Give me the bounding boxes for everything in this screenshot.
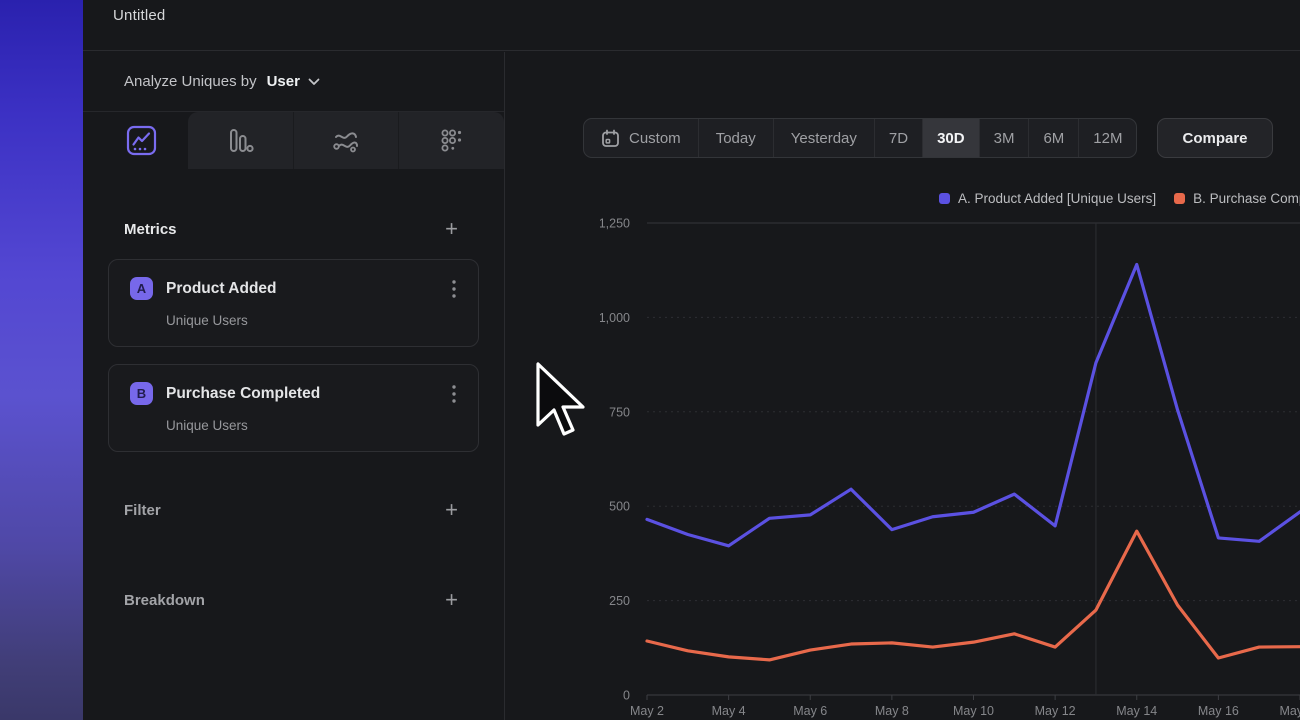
metrics-title: Metrics — [124, 221, 177, 238]
metric-badge-a: A — [130, 277, 153, 300]
metric-name: Purchase Completed — [166, 385, 450, 403]
breakdown-header: Breakdown + — [124, 588, 458, 612]
filter-title: Filter — [124, 502, 161, 519]
legend-swatch-a — [939, 193, 950, 204]
filter-header: Filter + — [124, 498, 458, 522]
flows-icon — [330, 125, 362, 157]
metrics-header: Metrics + — [124, 217, 458, 241]
svg-text:0: 0 — [623, 689, 630, 703]
range-custom[interactable]: Custom — [584, 119, 698, 157]
legend-label-b: B. Purchase Completed [Unique Users] — [1193, 191, 1300, 206]
range-yesterday[interactable]: Yesterday — [773, 119, 874, 157]
svg-text:1,000: 1,000 — [600, 311, 630, 325]
add-metric-button[interactable]: + — [445, 219, 458, 239]
range-today[interactable]: Today — [698, 119, 773, 157]
breakdown-title: Breakdown — [124, 592, 205, 609]
svg-text:May 2: May 2 — [630, 704, 664, 718]
svg-text:May 10: May 10 — [953, 704, 994, 718]
tab-line-chart[interactable] — [95, 112, 188, 169]
analyze-row: Analyze Uniques by User — [83, 52, 504, 112]
app-window: Untitled Analyze Uniques by User — [83, 0, 1300, 720]
kebab-icon — [452, 280, 456, 298]
legend-label-a: A. Product Added [Unique Users] — [958, 191, 1156, 206]
svg-text:May 14: May 14 — [1116, 704, 1157, 718]
svg-text:May 6: May 6 — [793, 704, 827, 718]
metric-badge-b: B — [130, 382, 153, 405]
metric-name: Product Added — [166, 280, 450, 298]
svg-text:May 18: May 18 — [1280, 704, 1300, 718]
app-screen: Untitled Analyze Uniques by User — [0, 0, 1300, 720]
compare-button[interactable]: Compare — [1157, 118, 1272, 158]
dots-grid-icon — [436, 125, 467, 156]
report-title[interactable]: Untitled — [113, 7, 165, 24]
legend-item-b[interactable]: B. Purchase Completed [Unique Users] — [1174, 191, 1300, 206]
analyze-by-dropdown[interactable]: User — [267, 73, 320, 90]
add-breakdown-button[interactable]: + — [445, 590, 458, 610]
range-30d[interactable]: 30D — [922, 119, 979, 157]
tab-bar-chart[interactable] — [188, 112, 293, 169]
svg-text:250: 250 — [609, 594, 630, 608]
chart-grid — [647, 223, 1300, 700]
date-range-bar: Custom Today Yesterday 7D 30D 3M 6M 12M … — [583, 118, 1273, 158]
svg-text:May 16: May 16 — [1198, 704, 1239, 718]
metric-menu-button[interactable] — [450, 383, 458, 405]
chart-svg[interactable]: 0 250 500 750 1,000 1,250 May 2 May 4 May 6 May 8… — [600, 210, 1300, 720]
range-6m[interactable]: 6M — [1028, 119, 1078, 157]
svg-text:750: 750 — [609, 405, 630, 419]
query-panel: Analyze Uniques by User — [83, 52, 505, 720]
legend-item-a[interactable]: A. Product Added [Unique Users] — [939, 191, 1156, 206]
background-gradient — [0, 0, 83, 720]
chevron-down-icon — [308, 78, 320, 86]
titlebar: Untitled — [83, 0, 1300, 51]
range-3m[interactable]: 3M — [979, 119, 1029, 157]
legend-swatch-b — [1174, 193, 1185, 204]
chart-legend: A. Product Added [Unique Users] B. Purch… — [939, 191, 1300, 206]
view-tab-strip — [95, 112, 504, 169]
analyze-by-value: User — [267, 73, 300, 90]
tab-grid[interactable] — [398, 112, 504, 169]
svg-text:May 4: May 4 — [712, 704, 746, 718]
line-chart-icon — [126, 125, 157, 156]
metric-card-b[interactable]: B Purchase Completed Unique Users — [108, 364, 479, 452]
metric-subtitle: Unique Users — [166, 418, 458, 433]
add-filter-button[interactable]: + — [445, 500, 458, 520]
analyze-label: Analyze Uniques by — [124, 73, 257, 90]
date-range-control: Custom Today Yesterday 7D 30D 3M 6M 12M — [583, 118, 1137, 158]
svg-text:1,250: 1,250 — [600, 217, 630, 231]
svg-text:500: 500 — [609, 500, 630, 514]
svg-text:May 8: May 8 — [875, 704, 909, 718]
chart-area: Custom Today Yesterday 7D 30D 3M 6M 12M … — [505, 52, 1300, 720]
metric-menu-button[interactable] — [450, 278, 458, 300]
range-7d[interactable]: 7D — [874, 119, 922, 157]
svg-text:May 12: May 12 — [1035, 704, 1076, 718]
bar-chart-icon — [225, 125, 256, 156]
tab-flows[interactable] — [293, 112, 399, 169]
calendar-icon — [601, 129, 620, 148]
metric-card-a[interactable]: A Product Added Unique Users — [108, 259, 479, 347]
range-12m[interactable]: 12M — [1078, 119, 1136, 157]
view-tab-group — [188, 112, 504, 169]
range-custom-label: Custom — [629, 130, 681, 147]
metric-subtitle: Unique Users — [166, 313, 458, 328]
kebab-icon — [452, 385, 456, 403]
